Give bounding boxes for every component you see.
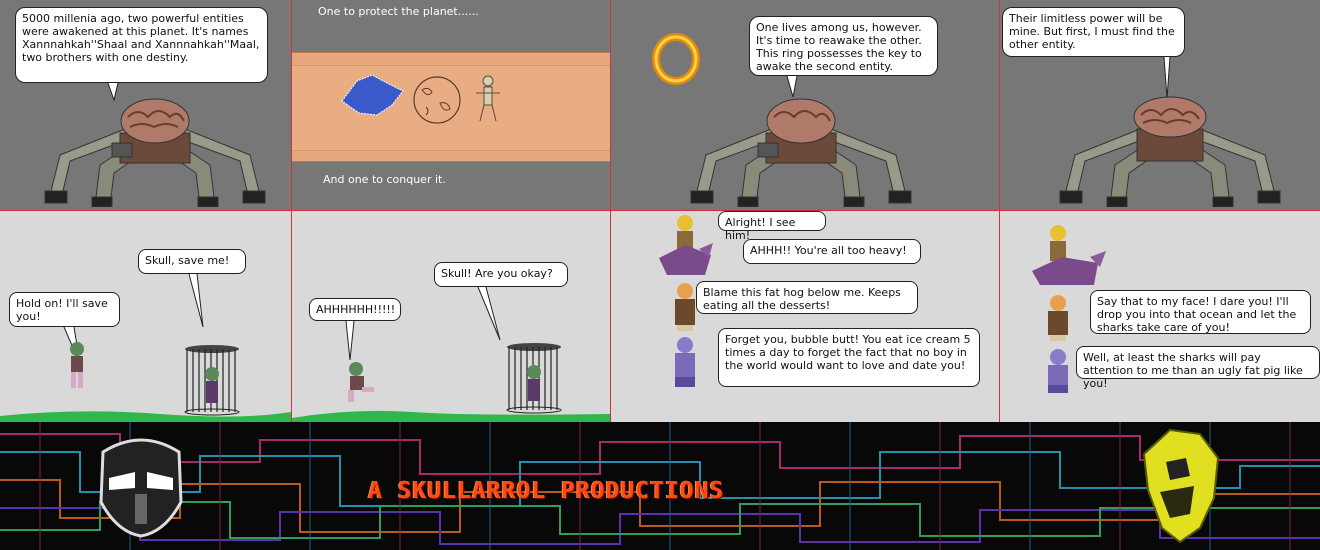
speech-bubble-right: Skull, save me! — [138, 249, 246, 274]
panel-4: Their limitless power will be mine. But … — [1000, 0, 1320, 211]
speech-bubble: Well, at least the sharks will pay atten… — [1076, 346, 1320, 390]
speech-bubble: Alright! I see him! — [718, 211, 826, 242]
panel-3: One lives among us, however. It's time t… — [611, 0, 1000, 211]
panel-6: AHHHHHH!!!!! Skull! Are you okay? — [292, 211, 611, 422]
caption-bottom: And one to conquer it. — [323, 173, 446, 186]
speech-bubble: Blame this fat hog below me. Keeps eatin… — [696, 281, 918, 314]
spider-brain-robot-icon — [1059, 96, 1281, 207]
planet-strip — [292, 52, 610, 162]
speech-bubble-right: Skull! Are you okay? — [434, 262, 568, 287]
panel-7: Alright! I see him! AHHH!! You're all to… — [611, 211, 1000, 422]
spider-brain-robot-icon — [44, 98, 266, 207]
black-mask-icon — [99, 438, 183, 538]
caption-top: One to protect the planet...... — [318, 5, 479, 18]
grass-ground — [292, 410, 610, 422]
girl-sprite-icon — [70, 342, 84, 388]
panel-5: Hold on! I'll save you! Skull, save me! — [0, 211, 292, 422]
speech-bubble: 5000 millenia ago, two powerful entities… — [15, 7, 268, 83]
cage-icon — [506, 343, 562, 414]
credits-title: A SKULLARROL PRODUCTIONS — [368, 478, 725, 504]
speech-bubble-left: Hold on! I'll save you! — [9, 292, 120, 327]
speech-bubble: One lives among us, however. It's time t… — [749, 16, 938, 76]
speech-bubble: AHHH!! You're all too heavy! — [743, 239, 921, 264]
panel-8: Say that to my face! I dare you! I'll dr… — [1000, 211, 1320, 422]
bubble-tail — [477, 286, 501, 341]
yellow-mask-icon — [1142, 428, 1220, 544]
girl-sprite-icon — [348, 362, 374, 402]
panel-2: One to protect the planet...... And one … — [292, 0, 611, 211]
planet-icon — [413, 76, 461, 124]
grass-ground — [0, 411, 291, 422]
comic-page: 5000 millenia ago, two powerful entities… — [0, 0, 1320, 550]
speech-bubble-left: AHHHHHH!!!!! — [309, 298, 401, 321]
speech-bubble: Their limitless power will be mine. But … — [1002, 7, 1185, 57]
gold-ring-icon — [652, 33, 700, 85]
bubble-tail — [345, 320, 355, 361]
panel-1: 5000 millenia ago, two powerful entities… — [0, 0, 292, 211]
skeleton-entity-icon — [476, 75, 500, 122]
speech-bubble: Say that to my face! I dare you! I'll dr… — [1090, 290, 1311, 334]
bubble-tail — [188, 273, 204, 328]
spider-brain-robot-icon — [690, 98, 912, 207]
bubble-tail — [1163, 56, 1171, 99]
blue-entity-icon — [341, 74, 404, 116]
speech-bubble: Forget you, bubble butt! You eat ice cre… — [718, 328, 980, 387]
